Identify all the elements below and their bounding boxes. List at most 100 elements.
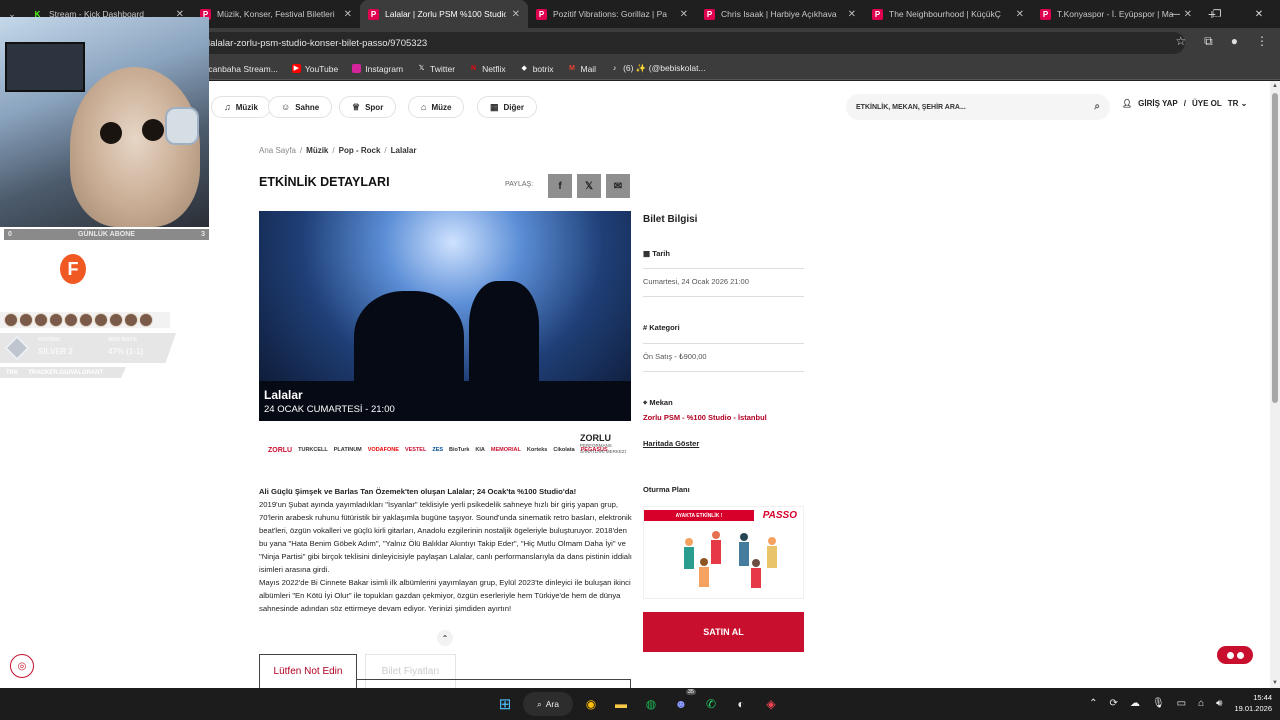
- nav-muzik[interactable]: ♫ Müzik: [211, 96, 271, 118]
- close-icon[interactable]: ✕: [680, 9, 688, 20]
- museum-icon: ⌂: [421, 102, 427, 112]
- chatbot-eye-icon: [1226, 651, 1234, 659]
- close-icon[interactable]: ✕: [848, 9, 856, 20]
- collapse-chevron-up-icon[interactable]: ⌃: [437, 630, 453, 646]
- profile-avatar[interactable]: ●: [1231, 34, 1238, 49]
- passo-icon: P: [704, 8, 715, 20]
- valorant-icon[interactable]: ◈: [759, 692, 783, 716]
- volume-icon[interactable]: 🔊︎: [1216, 698, 1222, 709]
- windows-start-icon[interactable]: ⊞: [493, 692, 517, 716]
- breadcrumb-item[interactable]: Müzik: [306, 146, 328, 155]
- passo-icon: P: [536, 8, 547, 20]
- nav-spor[interactable]: ♕ Spor: [339, 96, 397, 118]
- nav-muze[interactable]: ⌂ Müze: [408, 96, 465, 118]
- venue-link[interactable]: Zorlu PSM - %100 Studio - İstanbul: [643, 413, 767, 422]
- menu-icon[interactable]: ⋮: [1256, 34, 1268, 49]
- restore-icon[interactable]: ❐: [1196, 0, 1238, 28]
- star-icon[interactable]: ☆: [1175, 34, 1186, 49]
- sponsor-logo: Cikolata: [553, 447, 575, 453]
- scroll-down-icon[interactable]: ▼: [1272, 680, 1278, 686]
- url-bar[interactable]: lalalar-zorlu-psm-studio-konser-bilet-pa…: [200, 32, 1185, 54]
- sponsor-logo: ZORLU: [268, 446, 293, 454]
- cookie-settings-button[interactable]: ◎: [10, 654, 34, 678]
- whatsapp-icon[interactable]: ✆: [699, 692, 723, 716]
- extensions-icon[interactable]: ⧉: [1204, 34, 1213, 49]
- bookmark-item[interactable]: ◆ botrix: [520, 63, 554, 74]
- venue-logo-text: ZORLU: [580, 433, 611, 443]
- close-icon[interactable]: ✕: [1016, 9, 1024, 20]
- description-lead: Ali Güçlü Şimşek ve Barlas Tan Özemek'te…: [259, 487, 577, 496]
- user-icon: 👤︎: [1122, 99, 1133, 108]
- hash-icon: #: [643, 323, 648, 332]
- language-select[interactable]: TR ⌄: [1228, 99, 1248, 108]
- discord-icon[interactable]: ☻ 35: [669, 689, 696, 716]
- breadcrumb-item[interactable]: Pop - Rock: [339, 146, 381, 155]
- nav-sahne[interactable]: ☺ Sahne: [268, 96, 333, 118]
- bookmark-item[interactable]: ♪ (6) ✨ (@bebiskolat...: [610, 63, 706, 74]
- close-icon[interactable]: ✕: [512, 9, 520, 20]
- network-icon[interactable]: ⌂: [1198, 698, 1204, 709]
- close-icon[interactable]: ✕: [344, 9, 352, 20]
- bookmark-item[interactable]: ıcanbaha Stream...: [206, 64, 278, 74]
- tab-divider: [630, 679, 631, 688]
- cloud-icon[interactable]: ☁: [1130, 698, 1140, 709]
- auth-links: 👤︎ GİRİŞ YAP / ÜYE OL TR ⌄: [1122, 99, 1247, 108]
- sponsor-logo: Korteks: [526, 447, 548, 453]
- chatbot-button[interactable]: [1217, 646, 1253, 664]
- category-label-text: Kategori: [649, 323, 680, 332]
- chrome-icon[interactable]: ◉: [579, 692, 603, 716]
- hamster-eye: [142, 119, 164, 141]
- breadcrumb-item[interactable]: Ana Sayfa: [259, 146, 296, 155]
- browser-tab-active[interactable]: P Lalalar | Zorlu PSM %100 Studio ✕: [360, 0, 528, 28]
- system-clock[interactable]: 15:44 19.01.2026: [1234, 692, 1272, 714]
- spotify-icon[interactable]: ◍: [639, 692, 663, 716]
- display-icon[interactable]: ▭: [1177, 698, 1186, 709]
- system-tray: ⌃ ⟳ ☁ 🎙︎ ▭ ⌂ 🔊︎ 15:44 19.01.2026: [1089, 692, 1272, 714]
- background-monitor: [5, 42, 85, 92]
- close-window-icon[interactable]: ✕: [1238, 0, 1280, 28]
- bookmark-label: Twitter: [430, 63, 456, 74]
- sync-icon[interactable]: ⟳: [1110, 698, 1118, 709]
- file-explorer-icon[interactable]: ▬: [609, 692, 633, 716]
- bookmark-item[interactable]: 𝕏 Twitter: [417, 64, 455, 74]
- browser-tab[interactable]: P Pozitif Vibrations: Gorillaz | Pa ✕: [528, 0, 696, 28]
- breadcrumb-separator: /: [299, 146, 303, 155]
- viewer-avatar: [19, 313, 33, 327]
- minimize-icon[interactable]: —: [1154, 0, 1196, 28]
- bookmark-item[interactable]: N Netflix: [469, 64, 506, 74]
- login-link[interactable]: GİRİŞ YAP: [1138, 99, 1178, 108]
- show-on-map-link[interactable]: Haritada Göster: [643, 439, 699, 448]
- tiktok-icon: ♪: [612, 65, 617, 72]
- clock-date: 19.01.2026: [1234, 704, 1272, 713]
- description-paragraph: Mayıs 2022'de Bi Cinnete Bakar isimli il…: [259, 578, 631, 613]
- tab-bilet-fiyatlari[interactable]: Bilet Fiyatları: [365, 654, 456, 688]
- microphone-icon[interactable]: 🎙︎: [1152, 698, 1165, 709]
- taskbar-search[interactable]: ⌕ Ara: [523, 692, 573, 716]
- scroll-up-icon[interactable]: ▲: [1272, 83, 1278, 89]
- facebook-share-button[interactable]: f: [548, 174, 572, 198]
- nav-diger[interactable]: ▦ Diğer: [477, 96, 537, 118]
- breadcrumb-separator: /: [384, 146, 387, 155]
- scrollbar-thumb[interactable]: [1272, 93, 1278, 403]
- chevron-up-icon[interactable]: ⌃: [1089, 698, 1097, 709]
- bookmark-item[interactable]: ▶ YouTube: [291, 64, 338, 74]
- seating-plan-image[interactable]: AYAKTA ETKİNLİK ! PASSO: [643, 506, 804, 599]
- sponsor-logo: TURKCELL: [298, 447, 328, 453]
- tab-lutfen-not-edin[interactable]: Lütfen Not Edin: [259, 654, 357, 688]
- search-input[interactable]: ETKİNLİK, MEKAN, ŞEHİR ARA... ⌕: [846, 94, 1110, 120]
- search-icon[interactable]: ⌕: [1094, 101, 1100, 112]
- obs-icon[interactable]: ◐: [729, 692, 753, 716]
- browser-tab[interactable]: P Müzik, Konser, Festival Biletleri ✕: [192, 0, 360, 28]
- bookmark-item[interactable]: M Mail: [567, 64, 596, 74]
- buy-button[interactable]: SATIN AL: [643, 612, 804, 652]
- email-share-button[interactable]: ✉: [606, 174, 630, 198]
- grid-icon: ▦: [490, 101, 499, 112]
- bookmark-label: botrix: [532, 63, 554, 74]
- nav-label: Müzik: [235, 102, 258, 112]
- bookmark-item[interactable]: Instagram: [352, 64, 403, 74]
- page-scrollbar[interactable]: ▲ ▼: [1270, 81, 1280, 688]
- register-link[interactable]: ÜYE OL: [1192, 99, 1222, 108]
- browser-tab[interactable]: P The Neighbourhood | KüçükÇ ✕: [864, 0, 1032, 28]
- browser-tab[interactable]: P Chris Isaak | Harbiye Açıkhava ✕: [696, 0, 864, 28]
- x-share-button[interactable]: 𝕏: [577, 174, 601, 198]
